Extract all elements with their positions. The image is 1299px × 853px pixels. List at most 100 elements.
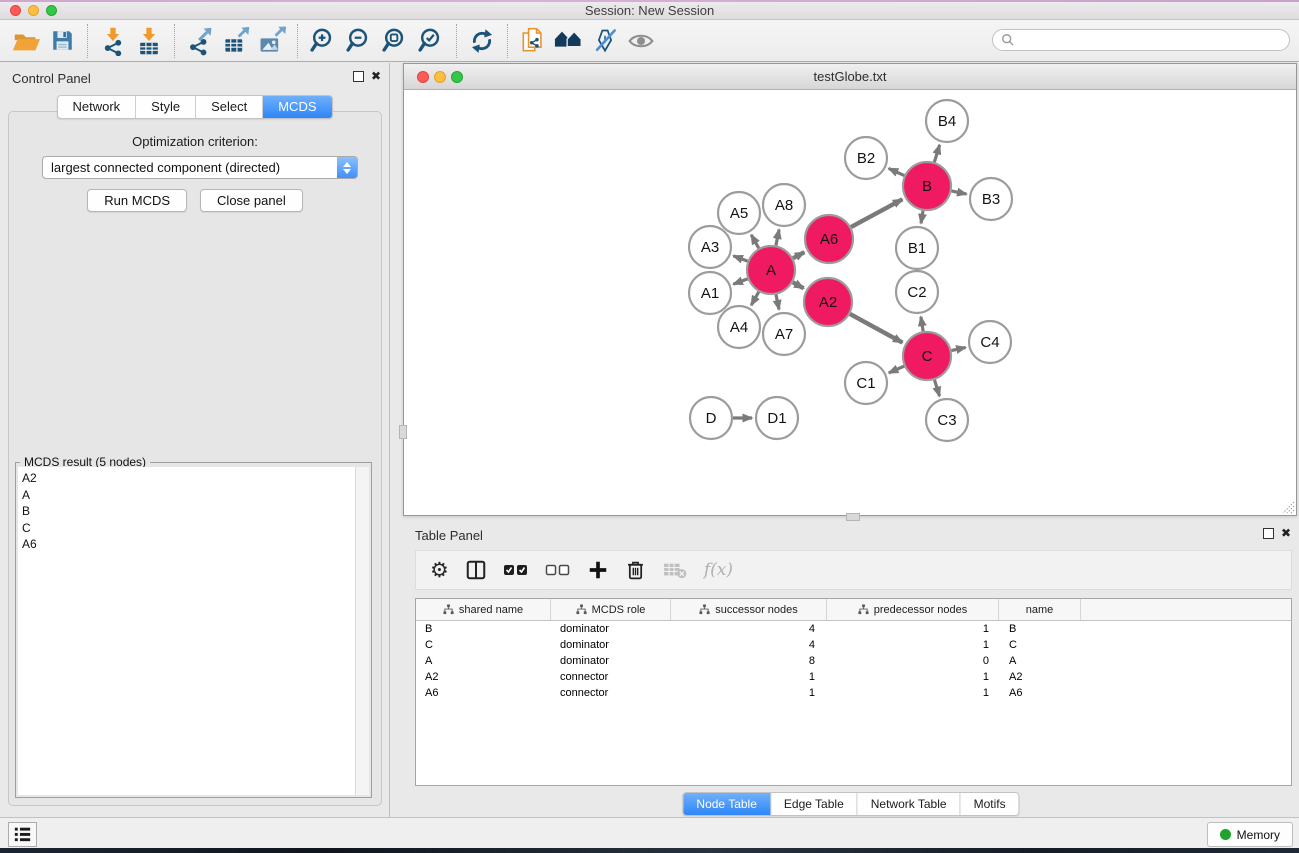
zoom-fit-icon[interactable] [377,23,413,59]
show-columns-icon[interactable] [465,559,487,581]
zoom-selected-icon[interactable] [413,23,449,59]
table-row[interactable]: Bdominator41B [416,621,1291,637]
node-A8[interactable]: A8 [763,184,805,226]
tab-select[interactable]: Select [196,96,263,118]
edge-A-A8[interactable] [776,230,779,246]
search-field[interactable] [992,29,1290,51]
unselect-all-columns-icon[interactable] [545,562,571,578]
edge-A-A7[interactable] [776,294,779,309]
export-image-icon[interactable] [254,23,290,59]
table-settings-gear-icon[interactable]: ⚙ [430,559,449,581]
tab-edge-table[interactable]: Edge Table [771,793,858,815]
node-B[interactable]: B [903,162,951,210]
result-list-item[interactable]: B [22,503,355,520]
zoom-in-icon[interactable] [305,23,341,59]
resize-grip-icon[interactable] [1281,500,1295,514]
node-B2[interactable]: B2 [845,137,887,179]
edge-A-A3[interactable] [733,256,747,261]
column-header-shared-name[interactable]: shared name [416,599,551,620]
column-header-successor-nodes[interactable]: successor nodes [671,599,827,620]
save-session-icon[interactable] [44,23,80,59]
edge-B-B4[interactable] [934,145,939,162]
table-row[interactable]: A6connector11A6 [416,685,1291,701]
edge-A6-B[interactable] [851,199,902,227]
node-D1[interactable]: D1 [756,397,798,439]
tab-mcds[interactable]: MCDS [263,96,331,118]
edge-C-C2[interactable] [921,317,923,332]
node-D[interactable]: D [690,397,732,439]
result-list-item[interactable]: C [22,520,355,537]
tab-network[interactable]: Network [57,96,136,118]
result-list-item[interactable]: A6 [22,536,355,553]
node-C1[interactable]: C1 [845,362,887,404]
import-table-icon[interactable] [131,23,167,59]
mcds-result-list[interactable]: A2ABCA6 [18,467,355,795]
close-panel-button[interactable]: Close panel [200,189,303,212]
table-row[interactable]: A2connector11A2 [416,669,1291,685]
node-C4[interactable]: C4 [969,321,1011,363]
result-list-item[interactable]: A2 [22,470,355,487]
close-panel-icon[interactable]: ✖ [371,70,381,82]
close-table-panel-icon[interactable]: ✖ [1281,527,1291,539]
graphics-details-icon[interactable] [587,23,623,59]
node-A1[interactable]: A1 [689,272,731,314]
node-A5[interactable]: A5 [718,192,760,234]
node-C[interactable]: C [903,332,951,380]
edge-A-A6[interactable] [793,252,804,258]
tab-node-table[interactable]: Node Table [683,793,771,815]
table-row[interactable]: Adominator80A [416,653,1291,669]
edge-C-C1[interactable] [889,366,904,373]
vertical-splitter-handle[interactable] [399,425,407,439]
criterion-dropdown[interactable]: largest connected component (directed) [42,156,358,179]
tab-style[interactable]: Style [136,96,196,118]
node-A2[interactable]: A2 [804,278,852,326]
node-A6[interactable]: A6 [805,215,853,263]
edge-A-A2[interactable] [793,282,804,288]
memory-button[interactable]: Memory [1207,822,1293,847]
node-C3[interactable]: C3 [926,399,968,441]
column-header-MCDS-role[interactable]: MCDS role [551,599,671,620]
search-input[interactable] [1015,32,1269,48]
column-header-predecessor-nodes[interactable]: predecessor nodes [827,599,999,620]
result-list-item[interactable]: A [22,487,355,504]
float-table-panel-icon[interactable] [1263,528,1274,539]
export-table-icon[interactable] [218,23,254,59]
delete-column-icon[interactable] [625,559,646,581]
edge-A-A1[interactable] [733,279,747,284]
horizontal-splitter-handle[interactable] [846,513,860,521]
first-neighbors-icon[interactable] [551,23,587,59]
node-C2[interactable]: C2 [896,271,938,313]
node-A3[interactable]: A3 [689,226,731,268]
edge-C-C4[interactable] [951,347,965,350]
open-session-icon[interactable] [8,23,44,59]
table-row[interactable]: Cdominator41C [416,637,1291,653]
tab-network-table[interactable]: Network Table [858,793,961,815]
network-graph[interactable]: B4 B2 B B3 A5A8A6 A3 B1 A A1 C2 A2 A4A7 C4 C C1 C3 D D1 [404,90,1296,515]
node-B1[interactable]: B1 [896,227,938,269]
edge-B-B1[interactable] [921,211,923,224]
select-all-columns-icon[interactable] [503,562,529,578]
edge-C-C3[interactable] [934,380,939,396]
node-A7[interactable]: A7 [763,313,805,355]
import-network-icon[interactable] [95,23,131,59]
node-A4[interactable]: A4 [718,306,760,348]
task-history-button[interactable] [8,822,37,847]
node-B3[interactable]: B3 [970,178,1012,220]
node-A[interactable]: A [747,246,795,294]
edge-B-B3[interactable] [951,191,966,194]
export-network-icon[interactable] [182,23,218,59]
float-panel-icon[interactable] [353,71,364,82]
network-canvas[interactable]: B4 B2 B B3 A5A8A6 A3 B1 A A1 C2 A2 A4A7 C4 C C1 C3 D D1 [404,90,1296,515]
edge-B-B2[interactable] [889,168,905,175]
edge-A-A5[interactable] [751,235,759,248]
network-window-titlebar[interactable]: testGlobe.txt [404,64,1296,90]
network-from-selection-icon[interactable] [515,23,551,59]
node-table[interactable]: shared nameMCDS rolesuccessor nodesprede… [415,598,1292,786]
eye-icon[interactable] [623,23,659,59]
refresh-icon[interactable] [464,23,500,59]
tab-motifs[interactable]: Motifs [961,793,1019,815]
node-B4[interactable]: B4 [926,100,968,142]
run-mcds-button[interactable]: Run MCDS [87,189,187,212]
column-header-name[interactable]: name [999,599,1081,620]
create-column-icon[interactable] [587,559,609,581]
